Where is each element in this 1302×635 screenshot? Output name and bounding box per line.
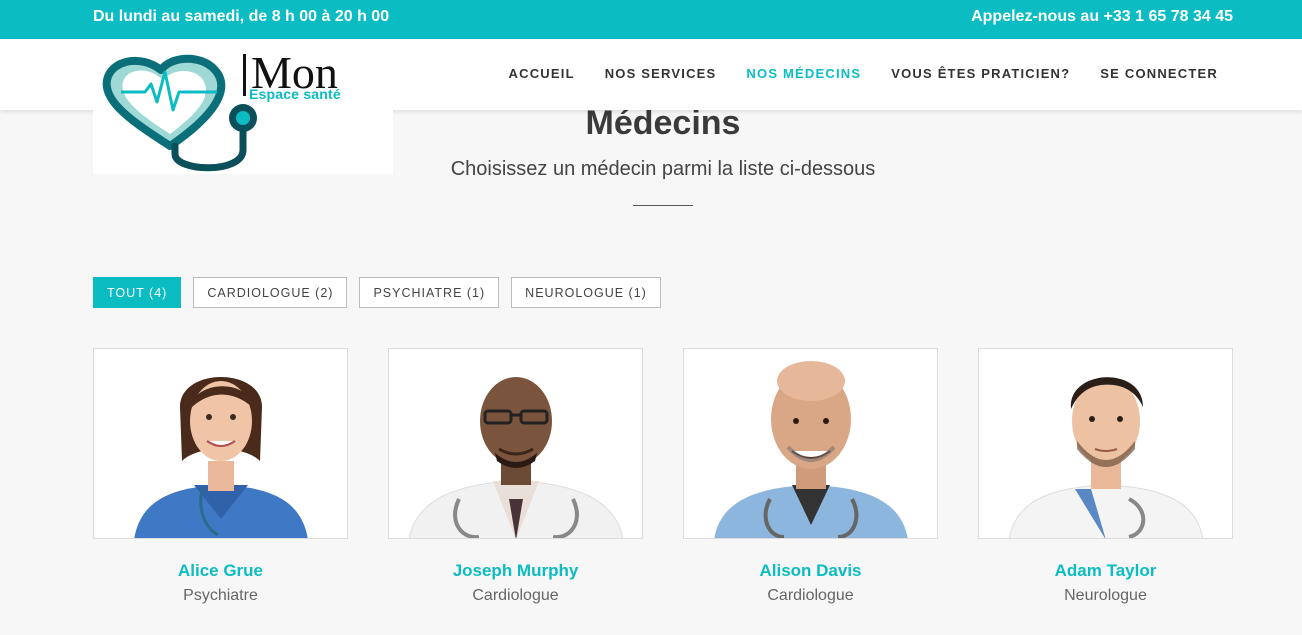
doctor-card[interactable]: Joseph Murphy Cardiologue bbox=[388, 348, 643, 605]
logo-subtitle: Espace santé bbox=[249, 86, 341, 102]
nav-item-accueil[interactable]: ACCUEIL bbox=[509, 66, 575, 81]
logo-divider bbox=[243, 54, 246, 96]
main-nav: ACCUEIL NOS SERVICES NOS MÉDECINS VOUS Ê… bbox=[509, 66, 1218, 81]
doctor-specialty: Neurologue bbox=[1064, 587, 1147, 604]
doctor-photo[interactable] bbox=[388, 348, 643, 539]
doctor-name[interactable]: Alison Davis bbox=[683, 561, 938, 581]
site-logo[interactable]: Mon Espace santé bbox=[93, 50, 393, 174]
doctor-card[interactable]: Alice Grue Psychiatre bbox=[93, 348, 348, 605]
doctor-card[interactable]: Alison Davis Cardiologue bbox=[683, 348, 938, 605]
doctor-photo[interactable] bbox=[978, 348, 1233, 539]
phone-number[interactable]: Appelez-nous au +33 1 65 78 34 45 bbox=[971, 8, 1233, 26]
doctor-name[interactable]: Joseph Murphy bbox=[388, 561, 643, 581]
doctor-specialty: Cardiologue bbox=[767, 587, 854, 604]
title-divider bbox=[633, 205, 693, 206]
young-doctor-portrait-icon bbox=[1008, 377, 1204, 538]
doctor-name[interactable]: Alice Grue bbox=[93, 561, 348, 581]
nav-item-nos-services[interactable]: NOS SERVICES bbox=[605, 66, 717, 81]
nav-item-vous-etes-praticien[interactable]: VOUS ÊTES PRATICIEN? bbox=[891, 66, 1070, 81]
filter-tout[interactable]: TOUT (4) bbox=[93, 277, 182, 308]
specialty-filters: TOUT (4) CARDIOLOGUE (2) PSYCHIATRE (1) … bbox=[93, 277, 661, 308]
doctor-specialty: Psychiatre bbox=[183, 587, 258, 604]
doctor-name[interactable]: Adam Taylor bbox=[978, 561, 1233, 581]
doctor-card[interactable]: Adam Taylor Neurologue bbox=[978, 348, 1233, 605]
filter-neurologue[interactable]: NEUROLOGUE (1) bbox=[511, 277, 661, 308]
male-doctor-portrait-icon bbox=[408, 377, 624, 538]
female-doctor-portrait-icon bbox=[134, 377, 308, 538]
filter-psychiatre[interactable]: PSYCHIATRE (1) bbox=[359, 277, 500, 308]
opening-hours: Du lundi au samedi, de 8 h 00 à 20 h 00 bbox=[93, 8, 390, 25]
doctor-photo[interactable] bbox=[93, 348, 348, 539]
bald-doctor-portrait-icon bbox=[714, 361, 908, 538]
filter-cardiologue[interactable]: CARDIOLOGUE (2) bbox=[193, 277, 348, 308]
doctor-photo[interactable] bbox=[683, 348, 938, 539]
doctor-specialty: Cardiologue bbox=[472, 587, 559, 604]
nav-item-se-connecter[interactable]: SE CONNECTER bbox=[1100, 66, 1218, 81]
top-info-bar: Du lundi au samedi, de 8 h 00 à 20 h 00 … bbox=[0, 0, 1302, 39]
doctor-list: Alice Grue Psychiatre Joseph Murphy Card… bbox=[93, 348, 1233, 605]
nav-item-nos-medecins[interactable]: NOS MÉDECINS bbox=[746, 66, 861, 81]
